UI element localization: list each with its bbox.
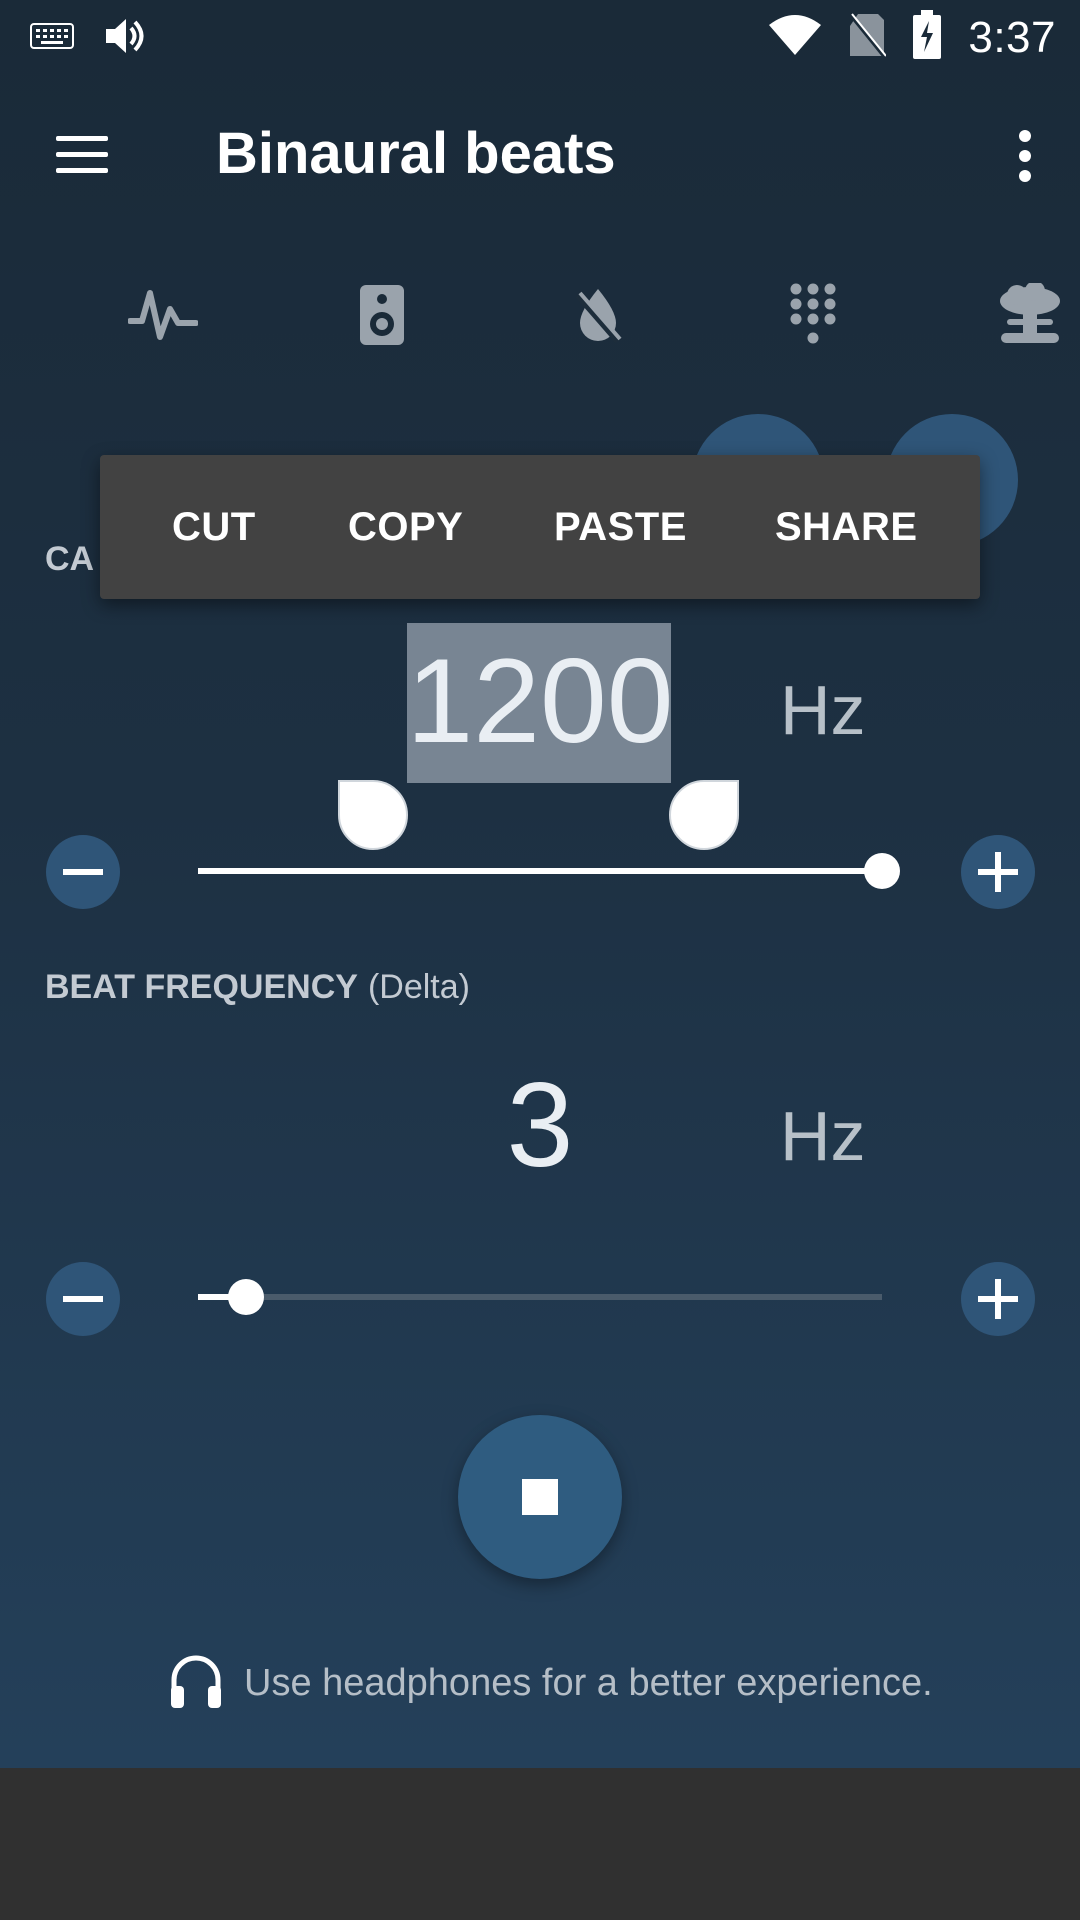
carrier-decrease-button[interactable] bbox=[46, 835, 120, 909]
more-vert-icon[interactable] bbox=[1010, 126, 1040, 186]
beat-unit: Hz bbox=[780, 1097, 866, 1175]
beat-decrease-button[interactable] bbox=[46, 1262, 120, 1336]
category-bar bbox=[0, 270, 1080, 360]
carrier-label: CA bbox=[45, 540, 95, 578]
beat-frequency-title: BEAT FREQUENCY bbox=[45, 968, 358, 1006]
beat-frequency-band: (Delta) bbox=[367, 968, 470, 1006]
status-bar: 3:37 bbox=[0, 0, 1080, 72]
text-selection-menu: CUT COPY PASTE SHARE bbox=[100, 455, 980, 599]
copy-menu-item[interactable]: COPY bbox=[348, 505, 463, 550]
keyboard-icon bbox=[30, 23, 74, 54]
stop-button[interactable] bbox=[458, 1415, 622, 1579]
carrier-unit: Hz bbox=[780, 671, 866, 749]
share-menu-item[interactable]: SHARE bbox=[775, 505, 918, 550]
beat-increase-button[interactable] bbox=[961, 1262, 1035, 1336]
speaker-icon[interactable] bbox=[337, 270, 427, 360]
waveform-icon[interactable] bbox=[118, 270, 208, 360]
no-sim-icon bbox=[848, 12, 888, 63]
paste-menu-item[interactable]: PASTE bbox=[554, 505, 687, 550]
carrier-slider-fill bbox=[198, 868, 882, 874]
app-title: Binaural beats bbox=[216, 121, 616, 186]
carrier-increase-button[interactable] bbox=[961, 835, 1035, 909]
dialpad-icon[interactable] bbox=[768, 270, 858, 360]
battery-charging-icon bbox=[912, 10, 942, 65]
beat-slider-track[interactable] bbox=[198, 1294, 882, 1300]
toolbar: Binaural beats bbox=[0, 90, 1080, 220]
volume-icon bbox=[102, 14, 146, 63]
hamburger-menu-icon[interactable] bbox=[50, 130, 114, 178]
clock: 3:37 bbox=[968, 12, 1056, 62]
wifi-icon bbox=[768, 13, 822, 62]
beat-frequency-input[interactable]: 3 bbox=[390, 1056, 690, 1194]
beat-frequency-label: BEAT FREQUENCY (Delta) bbox=[45, 968, 470, 1007]
mushroom-cloud-icon[interactable] bbox=[985, 270, 1075, 360]
stop-icon bbox=[522, 1479, 558, 1515]
navigation-bar bbox=[0, 1768, 1080, 1920]
headphones-icon bbox=[168, 1652, 224, 1715]
selection-handle-end[interactable] bbox=[669, 780, 739, 850]
app-screen: 3:37 Binaural beats CA 1200 Hz BEAT FREQ… bbox=[0, 0, 1080, 1768]
no-drop-icon[interactable] bbox=[553, 270, 643, 360]
beat-slider-thumb[interactable] bbox=[227, 1279, 264, 1315]
carrier-frequency-input[interactable]: 1200 bbox=[390, 632, 690, 770]
headphones-hint: Use headphones for a better experience. bbox=[168, 1652, 933, 1715]
cut-menu-item[interactable]: CUT bbox=[172, 505, 256, 550]
selection-handle-start[interactable] bbox=[338, 780, 408, 850]
carrier-slider-thumb[interactable] bbox=[864, 853, 900, 889]
hint-text: Use headphones for a better experience. bbox=[244, 1662, 933, 1704]
